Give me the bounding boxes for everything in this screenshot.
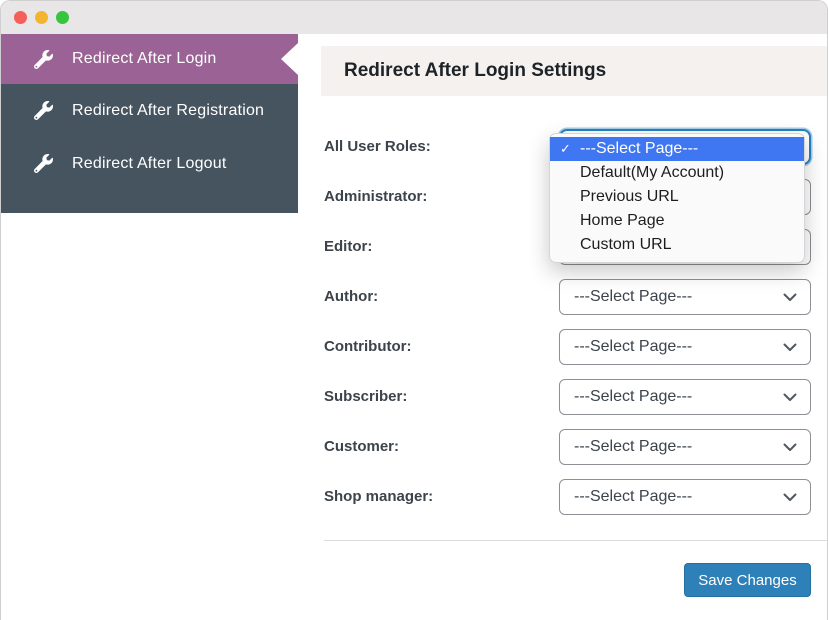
role-select[interactable]: ---Select Page---	[559, 329, 811, 365]
select-value: ---Select Page---	[574, 288, 692, 306]
dropdown-option[interactable]: ✓ ---Select Page---	[550, 137, 804, 161]
active-item-notch	[281, 43, 298, 75]
row-label: All User Roles:	[324, 138, 431, 155]
chevron-down-icon	[783, 493, 797, 502]
wrench-icon	[34, 154, 53, 173]
row-label: Contributor:	[324, 338, 411, 355]
page-title: Redirect After Login Settings	[321, 46, 827, 96]
row-label: Author:	[324, 288, 378, 305]
sidebar-item[interactable]: Redirect After Login	[1, 34, 298, 84]
form-row: Subscriber: ---Select Page---	[324, 379, 811, 429]
role-select[interactable]: ---Select Page---	[559, 379, 811, 415]
role-select[interactable]: ---Select Page---	[559, 429, 811, 465]
main-panel: Redirect After Login Settings All User R…	[298, 34, 827, 620]
select-value: ---Select Page---	[574, 338, 692, 356]
row-label: Shop manager:	[324, 488, 433, 505]
sidebar-item[interactable]: Redirect After Logout	[1, 137, 298, 190]
dropdown-option[interactable]: ✓ Previous URL	[550, 185, 804, 209]
screenshot: Redirect After Login Redirect After Regi…	[0, 0, 828, 620]
dropdown-option-label: Previous URL	[580, 188, 679, 205]
row-label: Administrator:	[324, 188, 427, 205]
sidebar-item-label: Redirect After Login	[72, 50, 217, 68]
form-row: Contributor: ---Select Page---	[324, 329, 811, 379]
dropdown-option[interactable]: ✓ Custom URL	[550, 233, 804, 257]
save-button[interactable]: Save Changes	[684, 563, 811, 597]
page-header: Redirect After Login Settings	[321, 46, 827, 96]
close-button[interactable]	[14, 11, 27, 24]
sidebar-item[interactable]: Redirect After Registration	[1, 84, 298, 137]
checkmark-icon: ✓	[560, 137, 571, 161]
form-row: Author: ---Select Page---	[324, 279, 811, 329]
form-row: Shop manager: ---Select Page---	[324, 479, 811, 529]
titlebar	[1, 1, 827, 34]
wrench-icon	[34, 101, 53, 120]
dropdown-option[interactable]: ✓ Default(My Account)	[550, 161, 804, 185]
wrench-icon	[34, 50, 53, 69]
chevron-down-icon	[783, 443, 797, 452]
sidebar-item-label: Redirect After Logout	[72, 155, 227, 173]
dropdown-menu: ✓ ---Select Page--- ✓ Default(My Account…	[549, 133, 805, 263]
minimize-button[interactable]	[35, 11, 48, 24]
sidebar: Redirect After Login Redirect After Regi…	[1, 34, 298, 213]
app-window: Redirect After Login Redirect After Regi…	[0, 0, 828, 620]
maximize-button[interactable]	[56, 11, 69, 24]
chevron-down-icon	[783, 293, 797, 302]
dropdown-option-label: Custom URL	[580, 236, 672, 253]
role-select[interactable]: ---Select Page---	[559, 479, 811, 515]
dropdown-option-label: Home Page	[580, 212, 665, 229]
divider	[324, 540, 827, 541]
row-label: Customer:	[324, 438, 399, 455]
dropdown-option-label: ---Select Page---	[580, 140, 698, 157]
dropdown-option-label: Default(My Account)	[580, 164, 724, 181]
select-value: ---Select Page---	[574, 388, 692, 406]
row-label: Subscriber:	[324, 388, 407, 405]
sidebar-item-label: Redirect After Registration	[72, 102, 264, 120]
chevron-down-icon	[783, 343, 797, 352]
role-select[interactable]: ---Select Page---	[559, 279, 811, 315]
form-row: Customer: ---Select Page---	[324, 429, 811, 479]
dropdown-option[interactable]: ✓ Home Page	[550, 209, 804, 233]
row-label: Editor:	[324, 238, 372, 255]
select-value: ---Select Page---	[574, 438, 692, 456]
chevron-down-icon	[783, 393, 797, 402]
select-value: ---Select Page---	[574, 488, 692, 506]
